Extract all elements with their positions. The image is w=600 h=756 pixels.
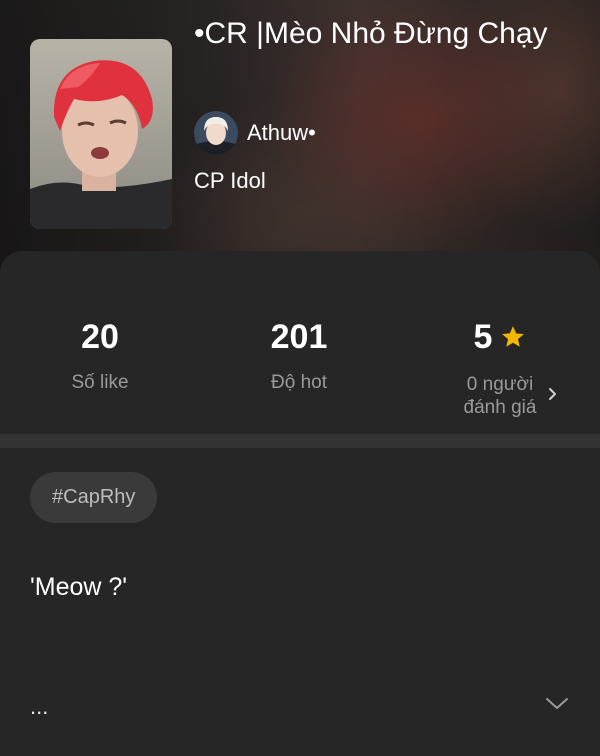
chevron-down-icon[interactable] <box>544 694 570 712</box>
star-icon <box>502 326 525 347</box>
likes-count: 20 <box>81 318 119 356</box>
author-avatar-image[interactable] <box>194 111 238 155</box>
author-row[interactable]: Athuw• <box>194 110 316 156</box>
likes-label: Số like <box>71 372 129 393</box>
section-divider <box>0 434 600 448</box>
stat-rating[interactable]: 5 <box>400 317 600 357</box>
rating-value-row: 5 <box>474 317 527 357</box>
tag-chip[interactable]: #CapRhy <box>30 472 158 523</box>
rating-value: 5 <box>473 318 493 356</box>
description-quote: 'Meow ?' <box>30 573 128 601</box>
avatar-illustration <box>194 111 238 155</box>
rating-label[interactable]: 0 người đánh giá <box>452 373 548 419</box>
rating-label-line1: 0 người <box>466 374 534 395</box>
stat-hot: 201 Độ hot <box>199 317 399 394</box>
stat-likes: 20 Số like <box>0 317 200 394</box>
cover-illustration <box>30 39 172 229</box>
hot-count: 201 <box>270 318 328 356</box>
story-category[interactable]: CP Idol <box>194 168 266 194</box>
hot-label: Độ hot <box>271 372 327 393</box>
story-detail-page: •CR |Mèo Nhỏ Đừng Chạy Athuw• CP Idol 20… <box>0 0 600 756</box>
author-name[interactable]: Athuw• <box>247 120 316 146</box>
rating-label-line2: đánh giá <box>463 397 537 418</box>
book-cover-image[interactable] <box>30 39 172 229</box>
description-ellipsis: ... <box>30 694 49 719</box>
chevron-right-icon[interactable] <box>545 386 561 402</box>
story-title: •CR |Mèo Nhỏ Đừng Chạy <box>194 17 548 50</box>
